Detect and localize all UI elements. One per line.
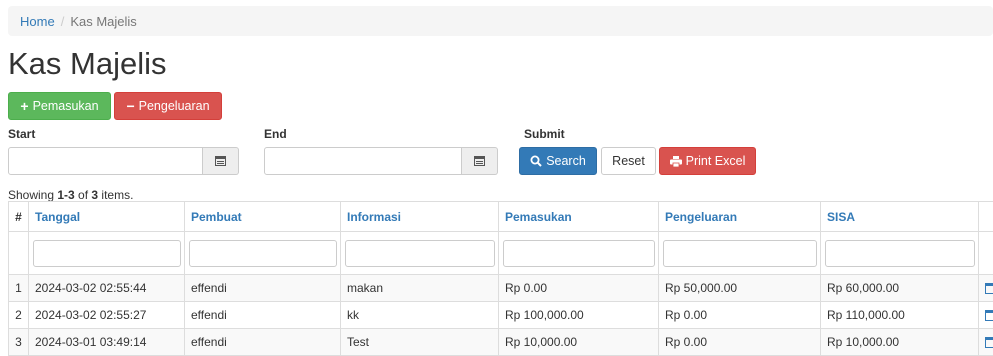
cell-pembuat: effendi [184, 274, 341, 302]
calendar-icon [215, 156, 226, 166]
breadcrumb: Home / Kas Majelis [8, 6, 993, 36]
print-icon [669, 155, 682, 167]
reset-button[interactable]: Reset [601, 147, 656, 175]
page-title: Kas Majelis [8, 46, 167, 81]
breadcrumb-separator: / [60, 14, 65, 29]
cell-pemasukan: Rp 10,000.00 [498, 328, 659, 356]
cell-pemasukan: Rp 0.00 [498, 274, 659, 302]
start-date-group [8, 147, 239, 175]
print-excel-button-label: Print Excel [685, 154, 746, 168]
pembuat-filter-input[interactable] [189, 239, 337, 267]
cell-tanggal: 2024-03-01 03:49:14 [28, 328, 185, 356]
cell-pemasukan: Rp 100,000.00 [498, 301, 659, 329]
row-number: 2 [8, 301, 29, 329]
trash-icon[interactable] [985, 337, 993, 349]
end-calendar-button[interactable] [462, 147, 498, 175]
column-header-actions [978, 201, 993, 232]
row-number: 3 [8, 328, 29, 356]
cell-informasi: kk [340, 301, 499, 329]
column-header-tanggal[interactable]: Tanggal [28, 201, 185, 232]
submit-label: Submit [524, 127, 565, 141]
pengeluaran-filter-input[interactable] [663, 239, 817, 267]
column-header-pemasukan[interactable]: Pemasukan [498, 201, 659, 232]
cell-informasi: makan [340, 274, 499, 302]
start-calendar-button[interactable] [203, 147, 239, 175]
cell-sisa: Rp 110,000.00 [820, 301, 979, 329]
pemasukan-button-label: Pemasukan [32, 99, 99, 113]
tanggal-filter-input[interactable] [33, 239, 181, 267]
pengeluaran-button-label: Pengeluaran [138, 99, 210, 113]
grid-summary: Showing 1-3 of 3 items. [8, 188, 134, 202]
kas-table: # Tanggal Pembuat Informasi Pemasukan Pe… [8, 201, 993, 356]
end-label: End [264, 127, 287, 141]
cell-informasi: Test [340, 328, 499, 356]
add-pengeluaran-button[interactable]: − Pengeluaran [114, 92, 222, 120]
cell-tanggal: 2024-03-02 02:55:27 [28, 301, 185, 329]
filter-cell-empty [978, 231, 993, 275]
cell-tanggal: 2024-03-02 02:55:44 [28, 274, 185, 302]
end-date-group [264, 147, 498, 175]
cell-pengeluaran: Rp 50,000.00 [658, 274, 821, 302]
informasi-filter-input[interactable] [345, 239, 495, 267]
row-number: 1 [8, 274, 29, 302]
cell-pembuat: effendi [184, 301, 341, 329]
table-row: 2 2024-03-02 02:55:27 effendi kk Rp 100,… [8, 301, 993, 329]
filter-cell-empty [8, 231, 29, 275]
search-button-label: Search [546, 154, 586, 168]
cell-pengeluaran: Rp 0.00 [658, 328, 821, 356]
end-date-input[interactable] [264, 147, 462, 175]
plus-icon: + [20, 98, 29, 114]
print-excel-button[interactable]: Print Excel [659, 147, 756, 175]
search-icon [530, 155, 542, 167]
pemasukan-filter-input[interactable] [503, 239, 655, 267]
cell-pengeluaran: Rp 0.00 [658, 301, 821, 329]
minus-icon: − [126, 98, 135, 114]
column-header-informasi[interactable]: Informasi [340, 201, 499, 232]
column-header-pengeluaran[interactable]: Pengeluaran [658, 201, 821, 232]
table-row: 3 2024-03-01 03:49:14 effendi Test Rp 10… [8, 328, 993, 356]
calendar-icon [474, 156, 485, 166]
sisa-filter-input[interactable] [825, 239, 975, 267]
column-header-pembuat[interactable]: Pembuat [184, 201, 341, 232]
trash-icon[interactable] [985, 283, 993, 295]
start-label: Start [8, 127, 36, 141]
column-header-sisa[interactable]: SISA [820, 201, 979, 232]
table-row: 1 2024-03-02 02:55:44 effendi makan Rp 0… [8, 274, 993, 302]
start-date-input[interactable] [8, 147, 203, 175]
cell-sisa: Rp 60,000.00 [820, 274, 979, 302]
cell-sisa: Rp 10,000.00 [820, 328, 979, 356]
add-pemasukan-button[interactable]: + Pemasukan [8, 92, 111, 120]
trash-icon[interactable] [985, 310, 993, 322]
search-button[interactable]: Search [519, 147, 597, 175]
breadcrumb-home-link[interactable]: Home [20, 14, 55, 29]
breadcrumb-current: Kas Majelis [70, 14, 137, 29]
column-header-number: # [8, 201, 29, 232]
cell-pembuat: effendi [184, 328, 341, 356]
